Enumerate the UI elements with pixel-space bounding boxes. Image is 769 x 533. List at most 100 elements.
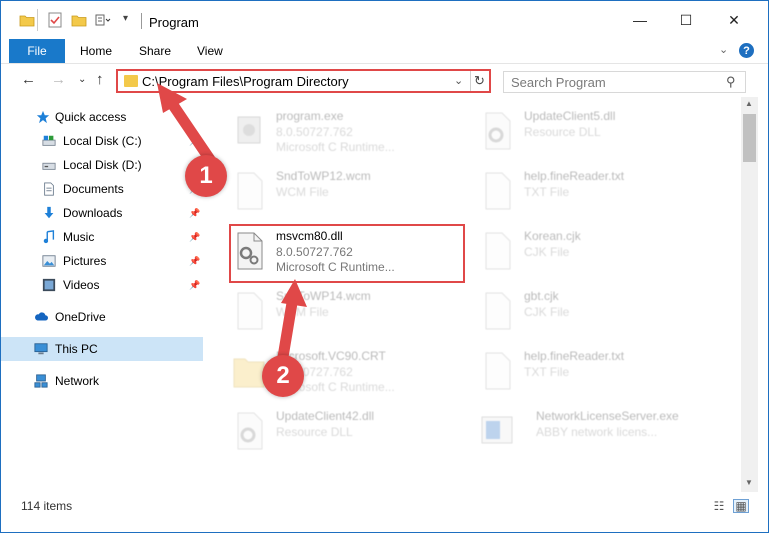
item-count: 114 items xyxy=(21,499,73,513)
star-icon xyxy=(36,110,50,124)
scrollbar-thumb[interactable] xyxy=(743,114,756,162)
search-input[interactable]: Search Program ⚲ xyxy=(503,71,746,93)
sidebar-item-documents[interactable]: Documents 📌 xyxy=(1,177,203,201)
file-name: help.fineReader.txt xyxy=(524,169,625,183)
quick-access-dropdown-icon[interactable]: ▾ xyxy=(123,13,128,24)
search-icon[interactable]: ⚲ xyxy=(726,74,736,90)
sidebar-item-videos[interactable]: Videos 📌 xyxy=(1,273,203,297)
details-view-icon[interactable]: ☷ xyxy=(711,499,727,513)
address-bar[interactable]: C:\Program Files\Program Directory ⌄ ↻ xyxy=(116,69,491,93)
vertical-scrollbar[interactable]: ▲ ▼ xyxy=(741,97,758,492)
close-icon: ✕ xyxy=(728,11,740,28)
download-icon xyxy=(44,206,54,219)
file-item-program-exe[interactable]: program.exe 8.0.50727.762 Microsoft C Ru… xyxy=(228,105,468,165)
file-item-help-finereader-txt-2[interactable]: help.fineReader.txt TXT File xyxy=(476,345,716,405)
generic-file-icon xyxy=(485,352,511,390)
forward-arrow-icon[interactable]: → xyxy=(51,71,66,88)
maximize-button[interactable]: ☐ xyxy=(663,1,709,39)
sidebar-item-local-disk-c[interactable]: Local Disk (C:) 📌 xyxy=(1,129,203,153)
file-name: UpdateClient42.dll xyxy=(276,409,375,423)
generic-file-icon xyxy=(485,292,511,330)
sidebar-item-label: Videos xyxy=(63,278,100,292)
sidebar-item-label: Documents xyxy=(63,182,124,196)
sidebar-item-onedrive[interactable]: OneDrive xyxy=(1,305,203,329)
new-folder-icon[interactable] xyxy=(71,12,87,28)
help-icon[interactable]: ? xyxy=(739,43,754,58)
tab-file[interactable]: File xyxy=(9,39,65,63)
sidebar-item-this-pc[interactable]: This PC xyxy=(1,337,203,361)
generic-file-icon xyxy=(237,172,263,210)
recent-locations-chevron-icon[interactable]: ⌄ xyxy=(78,74,86,85)
cloud-icon xyxy=(35,312,48,321)
file-item-korean-cjk[interactable]: Korean.cjk CJK File xyxy=(476,225,716,285)
maximize-icon: ☐ xyxy=(679,11,693,28)
pin-icon[interactable]: 📌 xyxy=(189,208,200,219)
file-detail: Microsoft C Runtime... xyxy=(276,140,395,154)
sidebar-item-downloads[interactable]: Downloads 📌 xyxy=(1,201,203,225)
expand-ribbon-chevron-icon[interactable]: ⌄ xyxy=(719,43,728,56)
scroll-up-arrow-icon[interactable]: ▲ xyxy=(745,99,753,108)
file-item-sndtowp12-wcm[interactable]: SndToWP12.wcm WCM File xyxy=(228,165,468,225)
file-item-updateclient5-dll[interactable]: UpdateClient5.dll Resource DLL xyxy=(476,105,716,165)
file-item-help-finereader-txt[interactable]: help.fineReader.txt TXT File xyxy=(476,165,716,225)
sidebar-item-pictures[interactable]: Pictures 📌 xyxy=(1,249,203,273)
pin-icon[interactable]: 📌 xyxy=(189,232,200,243)
properties-icon[interactable] xyxy=(47,12,63,28)
back-arrow-icon[interactable]: ← xyxy=(21,71,36,88)
file-name: help.fineReader.txt xyxy=(524,349,625,363)
tab-view[interactable]: View xyxy=(197,44,223,58)
file-item-sndtowp14-wcm[interactable]: SndToWP14.wcm WCM File xyxy=(228,285,468,345)
close-button[interactable]: ✕ xyxy=(711,1,757,39)
file-detail: CJK File xyxy=(524,245,570,259)
folder-icon xyxy=(233,358,265,388)
folder-icon xyxy=(124,75,138,87)
file-explorer-window: ▾ Program — ☐ ✕ File Home Share View ⌄ ?… xyxy=(0,0,769,533)
file-detail: WCM File xyxy=(276,185,329,199)
pin-icon[interactable]: 📌 xyxy=(189,280,200,291)
sidebar-item-label: Quick access xyxy=(55,110,127,124)
step-2-badge: 2 xyxy=(262,355,304,397)
search-placeholder: Search Program xyxy=(511,75,606,90)
app-exe-icon xyxy=(481,416,513,444)
folder-icon[interactable] xyxy=(19,12,35,28)
dll-icon xyxy=(237,412,263,450)
file-item-networklicenseserver-exe[interactable]: NetworkLicenseServer.exe ABBY network li… xyxy=(476,405,716,465)
file-name: UpdateClient5.dll xyxy=(524,109,616,123)
sidebar-item-label: Local Disk (C:) xyxy=(63,134,142,148)
up-arrow-icon[interactable]: ↑ xyxy=(96,71,104,88)
file-item-gbt-cjk[interactable]: gbt.cjk CJK File xyxy=(476,285,716,345)
address-path: C:\Program Files\Program Directory xyxy=(142,74,349,89)
customize-view-icon[interactable] xyxy=(95,12,111,28)
step-1-badge: 1 xyxy=(185,155,227,197)
tab-home[interactable]: Home xyxy=(80,44,112,58)
pin-icon[interactable]: 📌 xyxy=(189,136,200,147)
scroll-down-arrow-icon[interactable]: ▼ xyxy=(745,478,753,487)
title-bar: ▾ Program — ☐ ✕ xyxy=(1,1,768,39)
file-detail: WCM File xyxy=(276,305,329,319)
file-name: NetworkLicenseServer.exe xyxy=(536,409,679,423)
pin-icon[interactable]: 📌 xyxy=(189,256,200,267)
sidebar-item-label: Pictures xyxy=(63,254,107,268)
minimize-icon: — xyxy=(633,12,647,28)
highlight-box xyxy=(229,224,465,283)
address-dropdown-icon[interactable]: ⌄ xyxy=(454,74,463,87)
file-detail: 8.0.50727.762 xyxy=(276,125,353,139)
sidebar-item-network[interactable]: Network xyxy=(1,369,203,393)
music-icon xyxy=(43,230,55,244)
large-icons-view-icon[interactable]: ▦ xyxy=(733,499,749,513)
file-name: gbt.cjk xyxy=(524,289,559,303)
computer-icon xyxy=(34,343,48,355)
title-divider xyxy=(37,9,38,31)
file-list: program.exe 8.0.50727.762 Microsoft C Ru… xyxy=(206,97,741,492)
minimize-button[interactable]: — xyxy=(617,1,663,39)
refresh-icon[interactable]: ↻ xyxy=(474,73,485,89)
address-divider xyxy=(470,71,471,91)
file-name: Korean.cjk xyxy=(524,229,581,243)
tab-share[interactable]: Share xyxy=(139,44,171,58)
sidebar-item-local-disk-d[interactable]: Local Disk (D:) 📌 xyxy=(1,153,203,177)
file-item-updateclient42-dll[interactable]: UpdateClient42.dll Resource DLL xyxy=(228,405,468,465)
sidebar-item-quick-access[interactable]: Quick access xyxy=(1,105,203,129)
sidebar-item-music[interactable]: Music 📌 xyxy=(1,225,203,249)
file-detail: TXT File xyxy=(524,365,570,379)
video-icon xyxy=(42,278,56,292)
